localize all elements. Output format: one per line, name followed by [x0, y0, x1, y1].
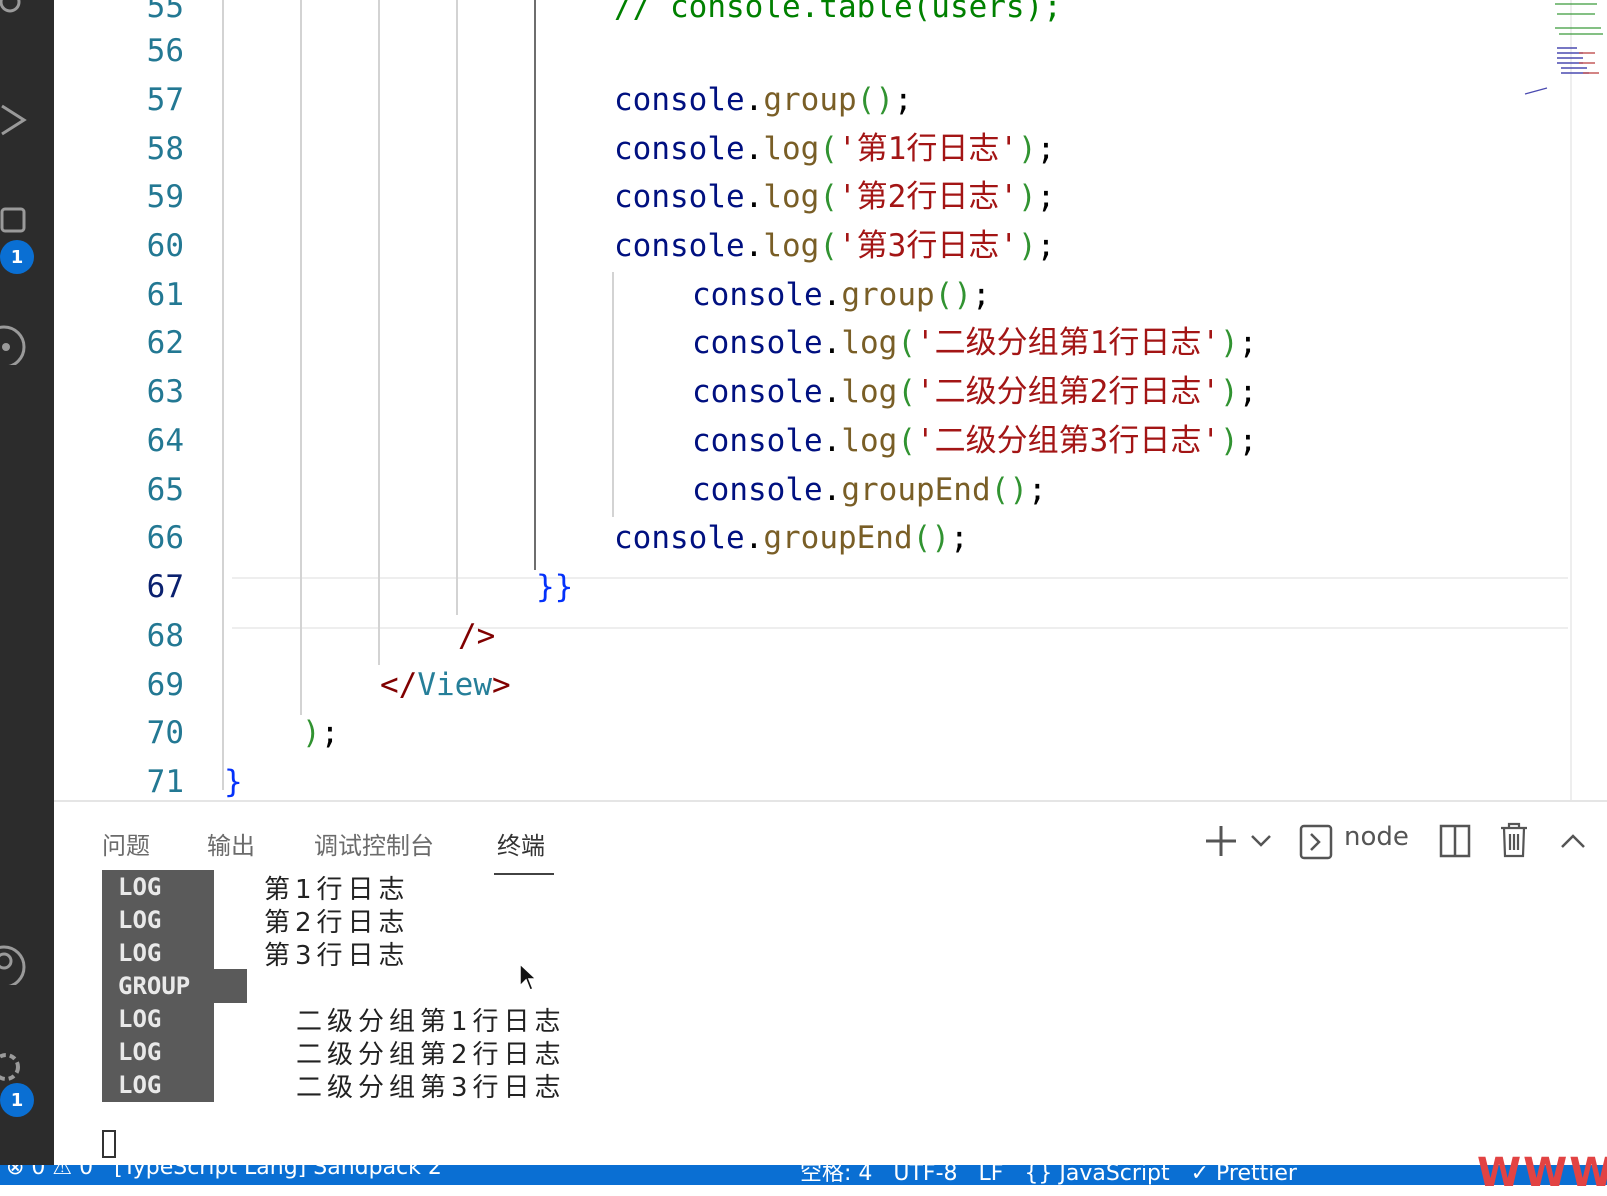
indent-guide — [534, 0, 536, 570]
trash-icon[interactable] — [1499, 822, 1529, 858]
line-number: 59 — [146, 179, 184, 215]
log-message: 二级分组第2行日志 — [296, 1039, 566, 1070]
terminal-name[interactable]: node — [1344, 822, 1409, 852]
log-level-badge: LOG — [102, 903, 214, 937]
line-number: 58 — [146, 131, 184, 167]
status-bar: ⊗ 0 ⚠ 0 [TypeScript Lang] Sandpack 2 空格:… — [0, 1165, 1607, 1185]
code-line[interactable]: } — [224, 757, 243, 800]
code-line[interactable]: }} — [536, 562, 573, 612]
tab-output[interactable]: 输出 — [207, 826, 255, 861]
indent-guide — [456, 0, 458, 615]
indent-guide — [222, 0, 224, 790]
watermark-logo: WWW — [1477, 1150, 1607, 1196]
terminal-row: GROUP — [102, 969, 297, 1003]
log-message: 第2行日志 — [264, 907, 410, 938]
code-line[interactable]: console.log('二级分组第2行日志'); — [692, 367, 1257, 417]
tab-debug-console[interactable]: 调试控制台 — [314, 826, 434, 861]
code-line[interactable]: console.log('二级分组第3行日志'); — [692, 416, 1257, 466]
account-icon[interactable] — [0, 945, 40, 985]
bottom-panel: 问题 输出 调试控制台 终端 node LOG 第1行日志 LOG 第2行日志 LOG 第… — [54, 800, 1607, 1167]
log-level-badge: LOG — [102, 1035, 214, 1069]
code-line[interactable]: // console.table(users); — [614, 0, 1062, 32]
line-number: 68 — [146, 618, 184, 654]
gear-icon[interactable] — [0, 1045, 40, 1085]
tab-terminal[interactable]: 终端 — [497, 826, 545, 861]
line-number: 66 — [146, 520, 184, 556]
code-line[interactable]: console.group(); — [692, 270, 991, 320]
code-line[interactable]: console.log('二级分组第1行日志'); — [692, 318, 1257, 368]
line-number: 60 — [146, 228, 184, 264]
plus-icon[interactable] — [1204, 824, 1238, 858]
terminal-row: LOG 二级分组第1行日志 — [102, 1002, 566, 1037]
run-debug-icon[interactable] — [0, 100, 40, 140]
terminal-cursor — [102, 1130, 116, 1158]
chevron-down-icon[interactable] — [1250, 832, 1272, 850]
code-line[interactable]: </View> — [380, 660, 511, 710]
log-message: 第1行日志 — [264, 874, 410, 905]
code-editor[interactable]: 55 56 57 58 59 60 61 62 63 64 65 66 67 6… — [54, 0, 1607, 800]
status-left[interactable]: ⊗ 0 ⚠ 0 [TypeScript Lang] Sandpack 2 — [6, 1165, 442, 1180]
code-line[interactable]: console.groupEnd(); — [692, 465, 1047, 515]
line-number: 61 — [146, 277, 184, 313]
terminal-row: LOG 二级分组第2行日志 — [102, 1035, 566, 1070]
code-line[interactable]: console.group(); — [614, 75, 913, 125]
terminal-row: LOG 二级分组第3行日志 — [102, 1068, 566, 1103]
line-number: 71 — [146, 764, 184, 800]
log-level-badge: LOG — [102, 1002, 214, 1036]
mouse-pointer-icon — [519, 962, 538, 991]
extensions-badge: 1 — [0, 240, 34, 274]
code-line[interactable]: console.log('第1行日志'); — [614, 124, 1055, 174]
remote-icon[interactable] — [0, 325, 40, 365]
settings-badge: 1 — [0, 1083, 34, 1117]
indent-guide — [612, 272, 614, 517]
terminal-icon[interactable] — [1299, 824, 1333, 860]
minimap[interactable] — [1517, 0, 1607, 100]
line-number: 65 — [146, 472, 184, 508]
code-line[interactable]: console.groupEnd(); — [614, 513, 969, 563]
log-message: 二级分组第1行日志 — [296, 1006, 566, 1037]
code-line[interactable]: console.log('第3行日志'); — [614, 221, 1055, 271]
code-line[interactable]: console.log('第2行日志'); — [614, 172, 1055, 222]
line-number: 57 — [146, 82, 184, 118]
code-line[interactable]: /> — [458, 611, 495, 661]
log-message: 第3行日志 — [264, 940, 410, 971]
terminal-row: LOG 第1行日志 — [102, 870, 410, 905]
line-number-current: 67 — [146, 569, 184, 605]
split-icon[interactable] — [1439, 824, 1471, 858]
log-level-badge: LOG — [102, 870, 214, 904]
chevron-up-icon[interactable] — [1560, 832, 1586, 850]
line-number: 56 — [146, 33, 184, 69]
line-number: 64 — [146, 423, 184, 459]
terminal-row: LOG 第3行日志 — [102, 936, 410, 971]
log-level-badge: LOG — [102, 1068, 214, 1102]
editor-scroll-edge — [1570, 0, 1572, 800]
tab-problems[interactable]: 问题 — [102, 826, 150, 861]
activity-bar: 1 1 — [0, 0, 54, 1165]
status-right[interactable]: 空格: 4 UTF-8 LF {} JavaScript ✓ Prettier — [800, 1165, 1297, 1185]
line-number: 62 — [146, 325, 184, 361]
line-number: 69 — [146, 667, 184, 703]
code-line[interactable]: ); — [302, 708, 339, 758]
line-number: 70 — [146, 715, 184, 751]
current-line-highlight — [232, 577, 1568, 629]
log-level-badge: GROUP — [102, 969, 247, 1003]
log-message: 二级分组第3行日志 — [296, 1072, 566, 1103]
active-tab-indicator — [494, 873, 554, 875]
indent-guide — [300, 0, 302, 715]
indent-guide — [378, 0, 380, 665]
search-icon[interactable] — [0, 0, 40, 30]
line-number: 63 — [146, 374, 184, 410]
log-level-badge: LOG — [102, 936, 214, 970]
terminal-row: LOG 第2行日志 — [102, 903, 410, 938]
extensions-icon[interactable] — [0, 205, 40, 245]
